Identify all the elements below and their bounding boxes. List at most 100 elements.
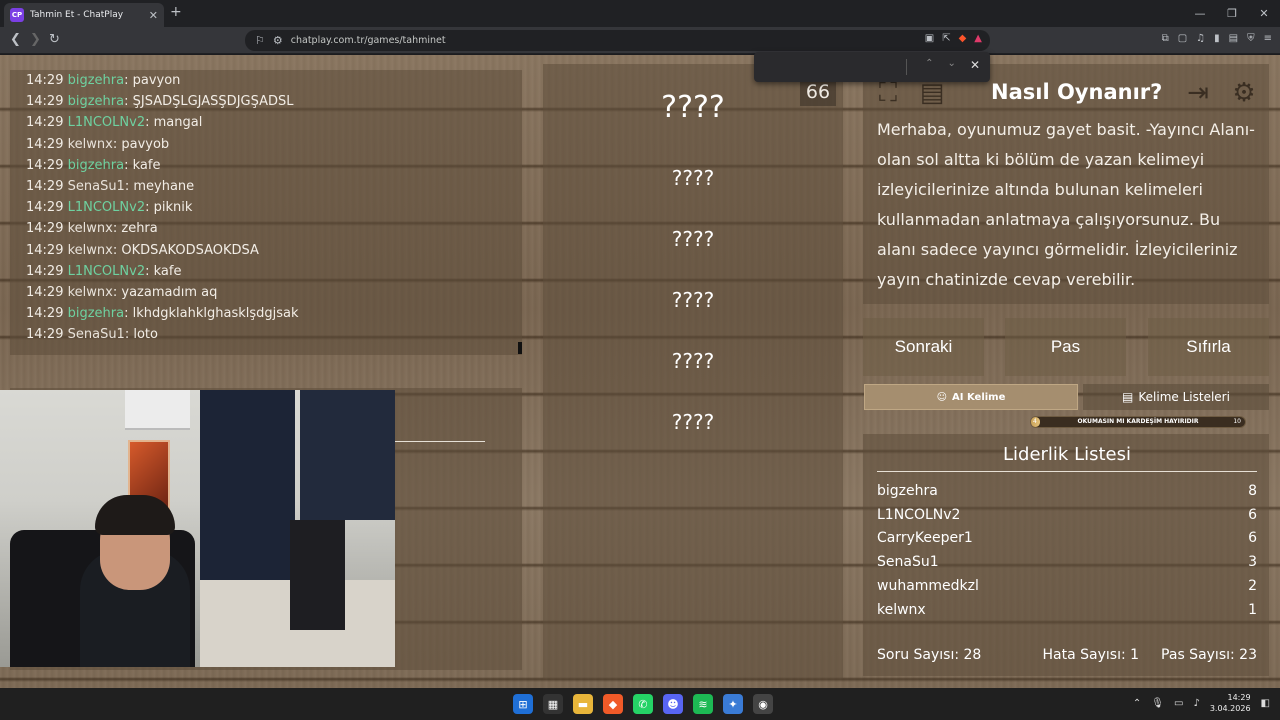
countdown-timer: 66 [800, 78, 836, 106]
network-icon[interactable]: ▭ [1174, 698, 1183, 709]
robot-icon: ☺ [936, 391, 948, 403]
chat-username[interactable]: kelwnx [68, 221, 113, 236]
windows-start-icon[interactable]: ⊞ [513, 694, 533, 714]
address-bar[interactable]: ⚐ ⚙ chatplay.com.tr/games/tahminet ▣ ⇱ ◆… [245, 30, 990, 51]
clock-time: 14:29 [1227, 693, 1251, 702]
player-name: bigzehra [877, 483, 938, 499]
leaderboard-row: CarryKeeper1 6 [877, 530, 1257, 546]
clock-date: 3.04.2026 [1209, 704, 1251, 713]
music-icon[interactable]: ♫ [1196, 33, 1205, 44]
scrollbar-handle[interactable] [518, 342, 522, 354]
reset-button[interactable]: Sıfırla [1148, 318, 1269, 376]
leaderboard-row: L1NCOLNv2 6 [877, 507, 1257, 523]
chat-text: kafe [132, 157, 161, 173]
share-icon[interactable]: ⇱ [942, 33, 950, 44]
volume-icon[interactable]: ♪ [1193, 698, 1199, 709]
exit-icon[interactable]: ⇥ [1181, 76, 1215, 110]
extensions-icon[interactable]: ⧉ [1162, 33, 1169, 44]
address-toolbar: ❮ ❯ ↻ ⚐ ⚙ chatplay.com.tr/games/tahminet… [0, 27, 1280, 54]
chat-timestamp: 14:29 [26, 73, 64, 88]
player-score: 3 [1248, 554, 1257, 571]
pass-button[interactable]: Pas [1005, 318, 1126, 376]
leaderboard-title: Liderlik Listesi [877, 444, 1257, 472]
chat-username[interactable]: SenaSu1 [68, 327, 125, 342]
chat-timestamp: 14:29 [26, 263, 64, 279]
close-window-icon[interactable]: ✕ [1248, 0, 1280, 27]
chat-username[interactable]: bigzehra [68, 158, 125, 173]
word-panel: ???? ???? ???? ???? ???? ???? [543, 64, 843, 678]
forward-icon[interactable]: ❯ [30, 32, 41, 47]
next-button[interactable]: Sonraki [863, 318, 984, 376]
notification-icon[interactable]: ◧ [1261, 698, 1270, 709]
gear-icon[interactable]: ⚙ [1227, 76, 1261, 110]
find-next-icon[interactable]: ⌄ [948, 58, 956, 72]
find-prev-icon[interactable]: ⌃ [925, 58, 933, 72]
minimize-icon[interactable]: — [1184, 0, 1216, 27]
reload-icon[interactable]: ↻ [49, 32, 60, 47]
sidebar-icon[interactable]: ▮ [1214, 33, 1220, 44]
brave-shield-icon[interactable]: ◆ [959, 33, 967, 44]
new-tab-icon[interactable]: + [170, 4, 182, 20]
pass-count: Pas Sayısı: 23 [1161, 647, 1257, 663]
leaderboard-row: bigzehra 8 [877, 483, 1257, 499]
obs-icon[interactable]: ◉ [753, 694, 773, 714]
chat-message: 14:29 bigzehra: kafe [26, 157, 161, 173]
chat-username[interactable]: kelwnx [68, 137, 113, 152]
tray-expand-icon[interactable]: ⌃ [1133, 698, 1141, 709]
chat-username[interactable]: L1NCOLNv2 [68, 200, 145, 215]
chat-text: zehra [121, 221, 158, 237]
discord-icon[interactable]: ☻ [663, 694, 683, 714]
player-name: CarryKeeper1 [877, 530, 973, 547]
app-icon[interactable]: ✦ [723, 694, 743, 714]
game-page: 14:29 bigzehra: pavyon 14:29 bigzehra: ŞJ… [0, 55, 1280, 688]
close-tab-icon[interactable]: ✕ [149, 9, 158, 22]
chat-username[interactable]: bigzehra [68, 73, 125, 88]
browser-tabbar: CP Tahmin Et - ChatPlay ✕ + — ❐ ✕ [0, 0, 1280, 27]
url-text[interactable]: chatplay.com.tr/games/tahminet [291, 35, 446, 46]
find-bar[interactable]: ⌃ ⌄ ✕ [754, 52, 990, 82]
task-view-icon[interactable]: ▦ [543, 694, 563, 714]
chat-username[interactable]: SenaSu1 [68, 179, 125, 194]
chat-username[interactable]: L1NCOLNv2 [68, 115, 145, 130]
leaderboard-row: kelwnx 1 [877, 602, 1257, 618]
curtain [300, 390, 395, 520]
close-find-icon[interactable]: ✕ [970, 58, 980, 72]
restore-icon[interactable]: ❐ [1216, 0, 1248, 27]
word-lists-button[interactable]: ▤ Kelime Listeleri [1083, 384, 1269, 410]
chat-username[interactable]: bigzehra [68, 94, 125, 109]
chat-text: pavyob [121, 136, 170, 152]
player-name: SenaSu1 [877, 554, 939, 571]
spotify-icon[interactable]: ≋ [693, 694, 713, 714]
chat-text: ŞJSADŞLGJASŞDJGŞADSL [132, 94, 294, 110]
mic-icon[interactable]: 🎙 [1151, 698, 1164, 709]
vpn-icon[interactable]: ⛨ [1247, 33, 1255, 44]
site-info-icon[interactable]: ⚙ [273, 34, 283, 47]
ai-word-button[interactable]: ☺ AI Kelime [864, 384, 1078, 410]
file-explorer-icon[interactable]: ▬ [573, 694, 593, 714]
forbidden-word: ???? [671, 349, 715, 373]
reader-icon[interactable]: ▣ [925, 33, 934, 44]
system-clock[interactable]: 14:29 3.04.2026 [1210, 692, 1251, 714]
brave-rewards-icon[interactable]: ▲ [974, 33, 982, 44]
wallet-icon[interactable]: ▤ [1229, 33, 1238, 44]
window-controls: — ❐ ✕ [1184, 0, 1280, 27]
chat-message: 14:29 kelwnx: zehra [26, 221, 158, 237]
chat-username[interactable]: bigzehra [68, 306, 125, 321]
chat-username[interactable]: L1NCOLNv2 [68, 264, 145, 279]
whatsapp-icon[interactable]: ✆ [633, 694, 653, 714]
chat-text: piknik [153, 200, 193, 216]
chat-message: 14:29 kelwnx: pavyob [26, 136, 170, 152]
chat-username[interactable]: kelwnx [68, 243, 113, 258]
chatplay-favicon-icon: CP [10, 8, 24, 22]
chat-timestamp: 14:29 [26, 178, 64, 194]
webcam-overlay [0, 390, 395, 667]
chat-username[interactable]: kelwnx [68, 285, 113, 300]
word-lists-label: Kelime Listeleri [1138, 390, 1230, 404]
screenshot-icon[interactable]: ▢ [1178, 33, 1187, 44]
back-icon[interactable]: ❮ [10, 32, 21, 47]
brave-browser-icon[interactable]: ◆ [603, 694, 623, 714]
bookmark-icon[interactable]: ⚐ [255, 34, 265, 47]
menu-icon[interactable]: ≡ [1264, 33, 1272, 44]
browser-tab[interactable]: CP Tahmin Et - ChatPlay ✕ [4, 3, 164, 27]
forbidden-word: ???? [671, 410, 715, 434]
